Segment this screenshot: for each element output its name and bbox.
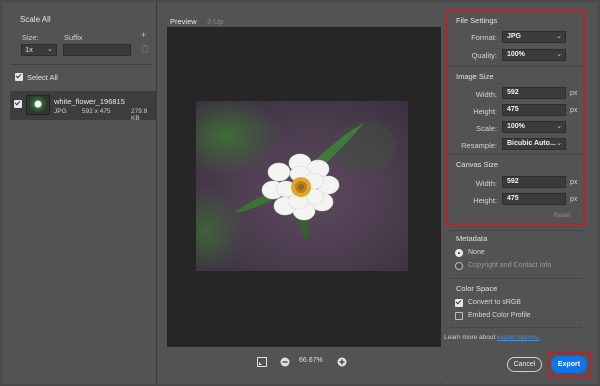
file-name: white_flower_196815 — [54, 97, 125, 106]
convert-srgb-checkbox[interactable] — [455, 299, 463, 307]
file-format: JPG — [54, 108, 67, 115]
scale-select[interactable]: 1x ⌄ — [21, 44, 57, 56]
flower-photo — [196, 101, 408, 271]
suffix-input[interactable] — [63, 44, 131, 56]
metadata-title: Metadata — [456, 234, 488, 243]
zoom-out-button[interactable] — [280, 357, 290, 367]
tab-preview[interactable]: Preview — [169, 17, 198, 29]
size-label: Size: — [22, 33, 39, 42]
select-all-checkbox[interactable] — [15, 73, 23, 81]
chevron-down-icon: ⌄ — [47, 46, 53, 53]
metadata-none-label: None — [468, 249, 485, 256]
file-list-item[interactable]: white_flower_196815 JPG 592 x 475 279.8 … — [10, 91, 156, 122]
learn-more-label: Learn more about — [444, 334, 496, 341]
convert-srgb-label: Convert to sRGB — [468, 299, 521, 306]
file-checkbox[interactable] — [14, 100, 22, 108]
divider — [450, 278, 582, 279]
cancel-button[interactable]: Cancel — [507, 357, 542, 372]
file-size: 279.8 KB — [131, 108, 148, 122]
tab-2up[interactable]: 2-Up — [207, 17, 223, 26]
color-space-title: Color Space — [456, 284, 498, 293]
add-scale-button[interactable]: + — [141, 30, 146, 40]
embed-profile-label: Embed Color Profile — [468, 312, 531, 319]
zoom-level: 66.67% — [299, 357, 323, 364]
file-dimensions: 592 x 475 — [82, 108, 111, 115]
divider — [450, 230, 582, 231]
file-thumbnail — [26, 95, 50, 115]
metadata-none-radio[interactable] — [455, 249, 463, 257]
suffix-label: Suffix — [64, 33, 83, 42]
metadata-copyright-label: Copyright and Contact Info — [468, 262, 552, 269]
zoom-in-button[interactable] — [337, 357, 347, 367]
export-options-link[interactable]: export options. — [497, 334, 540, 341]
export-button[interactable]: Export — [551, 356, 587, 373]
trash-icon[interactable] — [141, 44, 149, 53]
scale-value: 1x — [25, 45, 33, 54]
settings-highlight — [446, 10, 585, 225]
scale-all-title: Scale All — [20, 15, 51, 24]
fit-screen-icon[interactable] — [257, 357, 267, 367]
divider — [10, 64, 152, 65]
select-all-label: Select All — [27, 73, 58, 82]
embed-profile-checkbox[interactable] — [455, 312, 463, 320]
metadata-copyright-radio[interactable] — [455, 262, 463, 270]
learn-more-text: Learn more about export options. — [444, 334, 540, 341]
left-panel — [2, 2, 157, 384]
divider — [450, 327, 582, 328]
